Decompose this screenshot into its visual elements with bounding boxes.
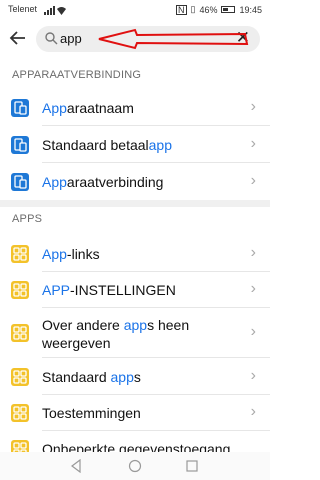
vibrate-icon: ▯: [190, 4, 196, 14]
chevron-right-icon: ›: [250, 135, 256, 152]
search-query: app: [60, 31, 82, 46]
apps-grid-icon: [11, 281, 29, 299]
search-icon: [45, 32, 58, 45]
list-item[interactable]: Standaard betaalapp ›: [0, 126, 270, 163]
carrier-label: Telenet: [8, 4, 38, 14]
list-item[interactable]: App-links ›: [0, 236, 270, 272]
nav-home-icon[interactable]: [128, 459, 142, 473]
list-item[interactable]: Apparaatnaam ›: [0, 90, 270, 126]
device-connection-icon: [11, 173, 29, 191]
list-item[interactable]: Standaard apps ›: [0, 358, 270, 395]
clock: 19:45: [239, 4, 262, 15]
status-bar: Telenet N ▯ 46% 19:45: [0, 0, 270, 20]
chevron-right-icon: ›: [250, 172, 256, 189]
battery-percent: 46%: [199, 4, 218, 15]
apps-grid-icon: [11, 404, 29, 422]
list-item[interactable]: Apparaatverbinding ›: [0, 163, 270, 200]
chevron-right-icon: ›: [250, 323, 256, 340]
battery-icon: [221, 6, 236, 13]
chevron-right-icon: ›: [250, 403, 256, 420]
section-divider: [0, 200, 270, 207]
nfc-icon: N: [176, 4, 187, 15]
apps-grid-icon: [11, 368, 29, 386]
annotation-arrow: [98, 28, 249, 50]
nav-back-icon[interactable]: [70, 459, 82, 473]
chevron-right-icon: ›: [250, 244, 256, 261]
section-header-apparaatverbinding: APPARAATVERBINDING: [12, 69, 142, 81]
back-arrow-icon: [9, 31, 25, 45]
navigation-bar: [0, 452, 270, 480]
chevron-right-icon: ›: [250, 98, 256, 115]
list-item[interactable]: Toestemmingen ›: [0, 395, 270, 431]
back-button[interactable]: [8, 28, 30, 50]
chevron-right-icon: ›: [250, 280, 256, 297]
apps-grid-icon: [11, 324, 29, 342]
list-item[interactable]: Onbeperkte gegevenstoegang: [0, 431, 270, 452]
list-item[interactable]: APP-INSTELLINGEN ›: [0, 272, 270, 308]
chevron-right-icon: ›: [250, 367, 256, 384]
apps-grid-icon: [11, 245, 29, 263]
section-header-apps: APPS: [12, 213, 43, 225]
signal-icon: [44, 6, 66, 15]
apps-grid-icon: [11, 440, 29, 452]
device-connection-icon: [11, 136, 29, 154]
nav-recents-icon[interactable]: [186, 460, 198, 472]
device-connection-icon: [11, 99, 29, 117]
list-item[interactable]: Over andere apps heen weergeven ›: [0, 308, 270, 358]
